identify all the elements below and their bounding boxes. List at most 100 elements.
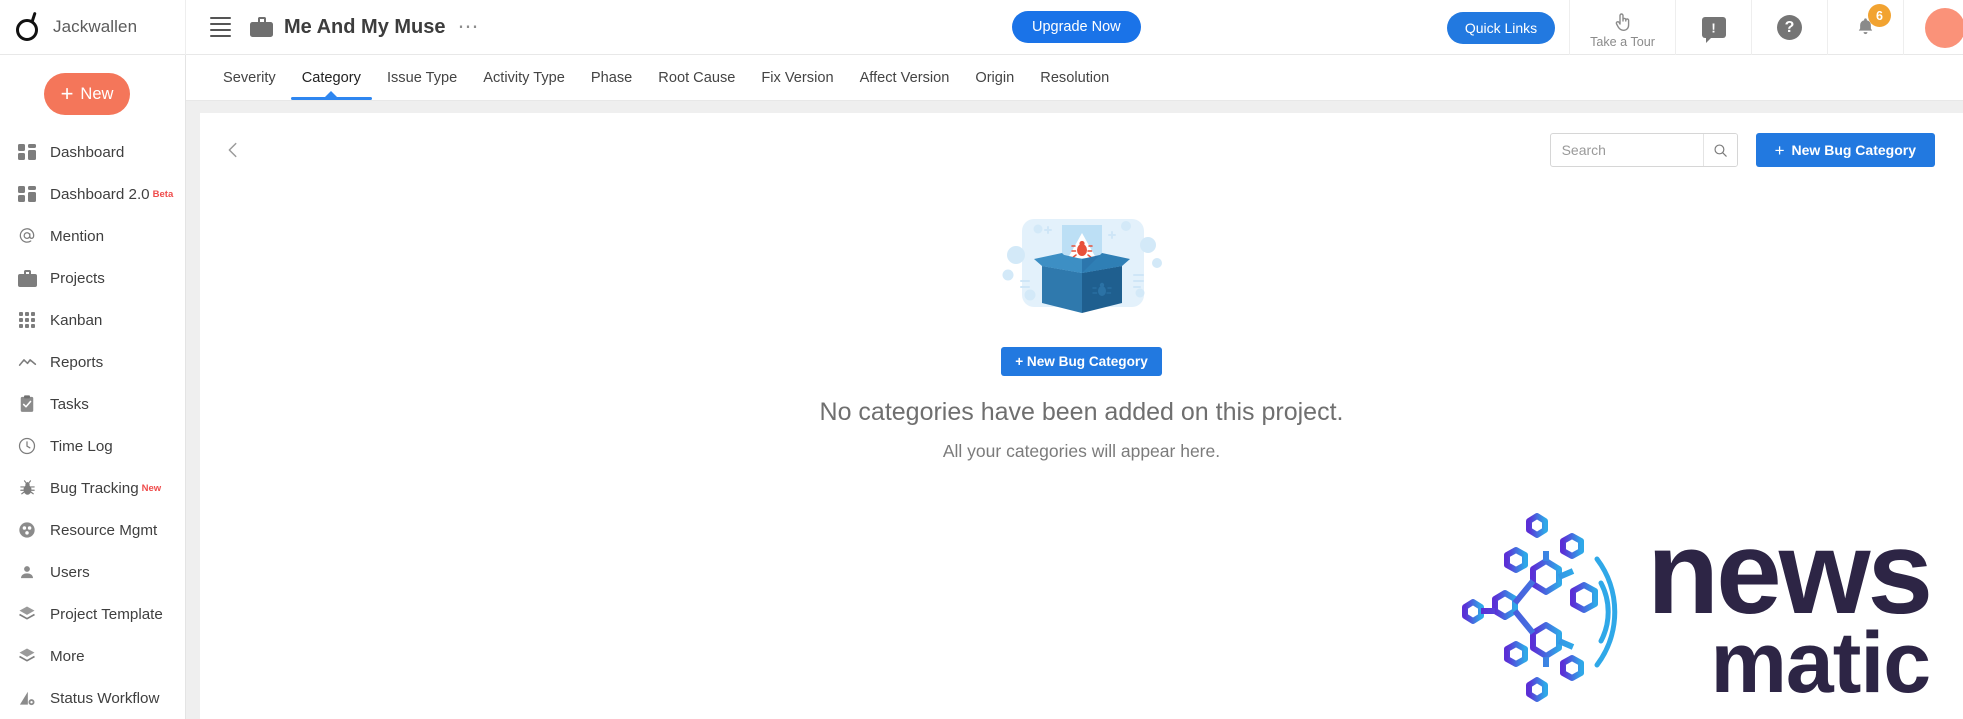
tab-category[interactable]: Category <box>289 70 374 100</box>
tab-label: Root Cause <box>658 70 736 86</box>
empty-state-new-bug-category-button[interactable]: + New Bug Category <box>1001 347 1162 376</box>
sidebar-item-dashboard-2[interactable]: Dashboard 2.0 Beta <box>0 173 185 215</box>
search-input[interactable] <box>1550 134 1703 166</box>
new-badge: New <box>141 482 162 494</box>
tab-issue-type[interactable]: Issue Type <box>374 70 470 100</box>
avatar <box>1924 7 1963 48</box>
user-icon <box>16 561 38 583</box>
watermark-line-1: news <box>1647 507 1933 640</box>
new-button-label: New <box>80 84 114 103</box>
clock-icon <box>16 435 38 457</box>
newsmatic-watermark: news matic <box>1451 487 1963 719</box>
sidebar-item-label: Users <box>50 563 90 581</box>
upgrade-now-button[interactable]: Upgrade Now <box>1012 11 1141 43</box>
page-title: Me And My Muse <box>284 15 446 38</box>
avatar-button[interactable] <box>1903 0 1963 55</box>
sidebar-item-kanban[interactable]: Kanban <box>0 299 185 341</box>
sidebar-item-tasks[interactable]: Tasks <box>0 383 185 425</box>
sidebar-item-project-template[interactable]: Project Template <box>0 593 185 635</box>
new-button[interactable]: + New <box>44 73 130 115</box>
sidebar-item-users[interactable]: Users <box>0 551 185 593</box>
sidebar-item-label: Tasks <box>50 395 89 413</box>
dashboard-icon <box>16 141 38 163</box>
empty-state-title: No categories have been added on this pr… <box>819 398 1344 426</box>
tab-resolution[interactable]: Resolution <box>1027 70 1122 100</box>
workflow-gear-icon <box>16 687 38 709</box>
sidebar-item-label: Status Workflow <box>50 689 160 707</box>
watermark-line-2: matic <box>1710 615 1931 712</box>
tab-phase[interactable]: Phase <box>578 70 645 100</box>
sidebar-item-dashboard[interactable]: Dashboard <box>0 131 185 173</box>
sidebar-item-label: Time Log <box>50 437 113 455</box>
tab-root-cause[interactable]: Root Cause <box>645 70 748 100</box>
sidebar-item-time-log[interactable]: Time Log <box>0 425 185 467</box>
sidebar-item-label: Reports <box>50 353 104 371</box>
take-a-tour-button[interactable]: Take a Tour <box>1569 0 1675 55</box>
panel-toolbar: + New Bug Category <box>200 113 1963 187</box>
notifications-button[interactable]: 6 <box>1827 0 1903 55</box>
header-right-cluster: Quick Links Take a Tour ! ? 6 <box>1433 0 1963 55</box>
sidebar-item-label: Dashboard 2.0 <box>50 185 150 203</box>
chevron-left-icon[interactable] <box>218 135 248 165</box>
layers-icon <box>16 645 38 667</box>
tab-fix-version[interactable]: Fix Version <box>748 70 846 100</box>
sidebar-item-label: Projects <box>50 269 105 287</box>
pointing-hand-icon <box>1615 12 1629 31</box>
main-content: + New Bug Category <box>186 101 1963 719</box>
help-glyph: ? <box>1784 18 1795 36</box>
briefcase-icon <box>250 17 273 37</box>
new-bug-category-button[interactable]: + New Bug Category <box>1755 133 1935 167</box>
help-button[interactable]: ? <box>1751 0 1827 55</box>
quick-links-button[interactable]: Quick Links <box>1446 11 1556 44</box>
briefcase-icon <box>16 267 38 289</box>
take-a-tour-label: Take a Tour <box>1590 34 1655 49</box>
hamburger-menu-icon[interactable] <box>200 0 240 55</box>
sidebar-item-label: Kanban <box>50 311 103 329</box>
new-bug-category-label: New Bug Category <box>1791 142 1916 158</box>
sidebar-item-label: Mention <box>50 227 105 245</box>
clipboard-check-icon <box>16 393 38 415</box>
ellipsis-icon[interactable]: ⋯ <box>458 16 480 37</box>
tab-label: Activity Type <box>483 70 565 86</box>
search-button[interactable] <box>1702 134 1737 166</box>
sidebar-item-reports[interactable]: Reports <box>0 341 185 383</box>
quick-links-cell: Quick Links <box>1433 0 1569 55</box>
brand-zone[interactable]: Jackwallen <box>0 0 186 55</box>
sidebar-item-more[interactable]: More <box>0 635 185 677</box>
announcement-icon: ! <box>1701 17 1726 43</box>
empty-state-subtitle: All your categories will appear here. <box>942 441 1221 461</box>
tab-label: Affect Version <box>859 70 950 86</box>
open-box-with-bug-illustration <box>1002 219 1162 313</box>
new-button-row: + New <box>0 55 185 127</box>
sidebar-item-status-workflow[interactable]: Status Workflow <box>0 677 185 719</box>
tab-label: Resolution <box>1040 70 1110 86</box>
notification-count-badge: 6 <box>1868 4 1891 27</box>
tab-activity-type[interactable]: Activity Type <box>470 70 578 100</box>
bug-icon <box>16 477 38 499</box>
tab-severity[interactable]: Severity <box>210 70 289 100</box>
plus-icon: + <box>60 81 74 106</box>
dashboard-icon <box>16 183 38 205</box>
tab-label: Phase <box>590 70 633 86</box>
sidebar-item-label: Dashboard <box>50 143 125 161</box>
tab-origin[interactable]: Origin <box>962 70 1027 100</box>
tab-label: Issue Type <box>386 70 458 86</box>
sidebar-item-resource-mgmt[interactable]: Resource Mgmt <box>0 509 185 551</box>
newsmatic-wordmark: news matic <box>1647 514 1933 712</box>
tab-label: Origin <box>975 70 1015 86</box>
notification-bell-icon: 6 <box>1854 4 1891 40</box>
tab-label: Category <box>301 70 361 86</box>
grid-kanban-icon <box>16 309 38 331</box>
layers-icon <box>16 603 38 625</box>
sidebar-nav-list: Dashboard Dashboard 2.0 Beta Mention Pro… <box>0 127 185 719</box>
sidebar-item-mention[interactable]: Mention <box>0 215 185 257</box>
tab-affect-version[interactable]: Affect Version <box>847 70 963 100</box>
hexagon-molecule-icon <box>1462 513 1618 702</box>
sidebar-item-bug-tracking[interactable]: Bug Tracking New <box>0 467 185 509</box>
line-chart-icon <box>16 351 38 373</box>
announcement-button[interactable]: ! <box>1675 0 1751 55</box>
brand-name: Jackwallen <box>53 17 138 36</box>
tab-label: Fix Version <box>761 70 834 86</box>
sidebar: + New Dashboard Dashboard 2.0 Beta Menti… <box>0 55 186 719</box>
sidebar-item-projects[interactable]: Projects <box>0 257 185 299</box>
